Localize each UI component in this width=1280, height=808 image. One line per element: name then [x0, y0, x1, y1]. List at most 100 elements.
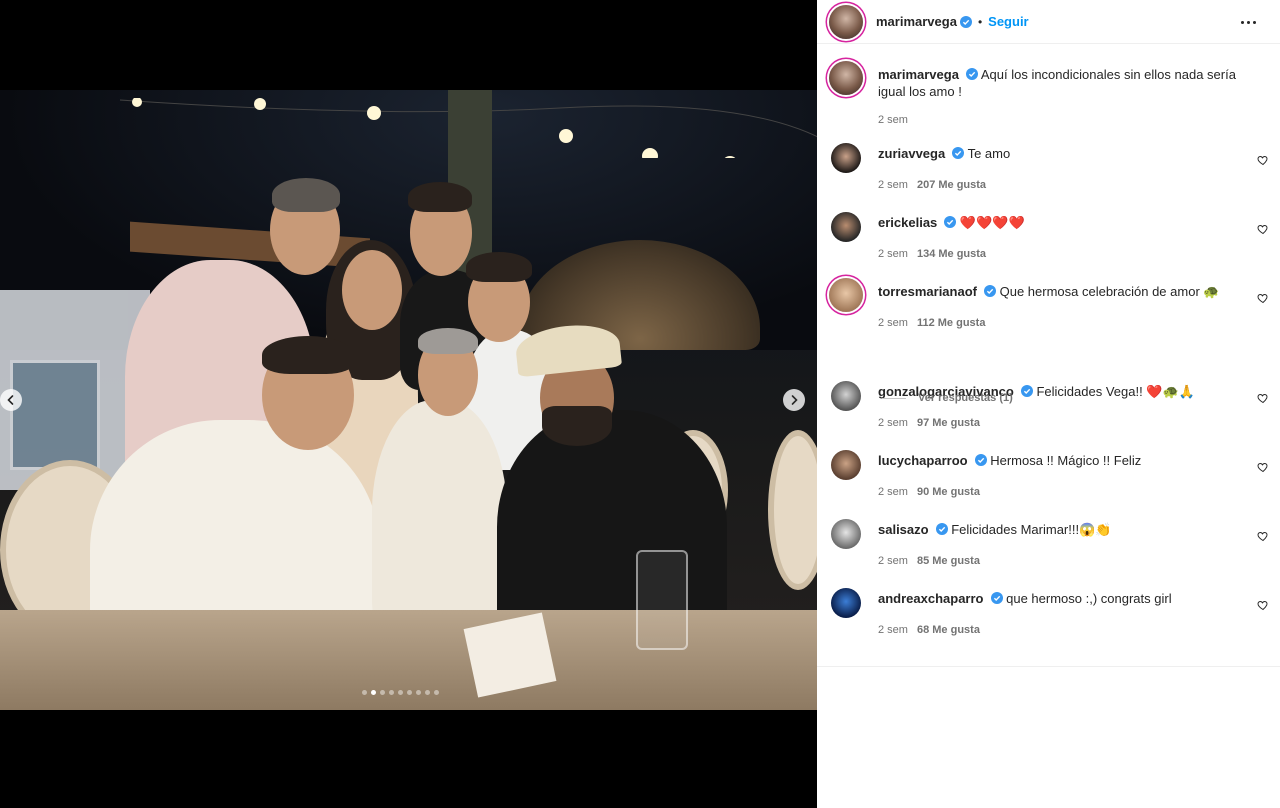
verified-badge-icon — [952, 147, 965, 159]
photo-hair — [466, 252, 532, 282]
commenter-username[interactable]: andreaxchaparro — [878, 591, 984, 606]
comment-text-block: lucychaparroo Hermosa !! Mágico !! Feliz — [878, 452, 1238, 469]
photo-hair — [408, 182, 472, 212]
comment-row: torresmarianaof Que hermosa celebración … — [829, 278, 1269, 334]
commenter-username[interactable]: erickelias — [878, 215, 937, 230]
comment-likes[interactable]: 97 Me gusta — [917, 417, 980, 429]
author-avatar[interactable] — [829, 4, 863, 39]
commenter-username[interactable]: lucychaparroo — [878, 453, 968, 468]
post-side-panel: marimarvega • Seguir marimarvega Aquí lo… — [817, 0, 1280, 808]
comment-likes[interactable]: 112 Me gusta — [917, 317, 985, 329]
panel-divider — [817, 666, 1280, 667]
heart-outline-icon[interactable] — [1257, 461, 1269, 473]
carousel-dot — [398, 690, 403, 695]
caption-row: marimarvega Aquí los incondicionales sin… — [829, 61, 1269, 131]
commenter-username[interactable]: zuriavvega — [878, 146, 945, 161]
panel-footer — [817, 760, 1280, 808]
heart-outline-icon[interactable] — [1257, 530, 1269, 542]
commenter-avatar[interactable] — [831, 588, 861, 618]
comment-row: zuriavvega Te amo 2 sem 207 Me gusta — [829, 140, 1269, 196]
caption-avatar[interactable] — [829, 61, 863, 95]
carousel-next-button[interactable] — [783, 389, 805, 411]
comment-time: 2 sem — [878, 417, 908, 429]
photo-hair — [418, 328, 478, 354]
comment-likes[interactable]: 90 Me gusta — [917, 486, 980, 498]
comment-time: 2 sem — [878, 624, 908, 636]
verified-badge-icon — [990, 592, 1003, 604]
comment-time: 2 sem — [878, 317, 908, 329]
comment-text: Que hermosa celebración de amor 🐢 — [999, 284, 1220, 299]
comment-likes[interactable]: 68 Me gusta — [917, 624, 980, 636]
carousel-indicator — [362, 690, 439, 695]
photo-hair — [272, 178, 340, 212]
photo-glass — [636, 550, 688, 650]
comment-text: Hermosa !! Mágico !! Feliz — [990, 453, 1142, 468]
post-header: marimarvega • Seguir — [817, 0, 1280, 44]
verified-badge-icon — [1020, 385, 1033, 397]
more-horizontal-icon[interactable] — [1236, 12, 1260, 32]
photo-head — [342, 250, 402, 330]
verified-badge-icon — [944, 216, 957, 228]
carousel-dot — [380, 690, 385, 695]
comment-likes[interactable]: 134 Me gusta — [917, 248, 986, 260]
commenter-username[interactable]: torresmarianaof — [878, 284, 977, 299]
author-username[interactable]: marimarvega — [876, 14, 957, 29]
comments-list: marimarvega Aquí los incondicionales sin… — [817, 44, 1280, 666]
comment-row: erickelias ❤️❤️❤️❤️ 2 sem 134 Me gusta — [829, 209, 1269, 265]
comment-meta: 2 sem 68 Me gusta — [878, 624, 980, 636]
heart-outline-icon[interactable] — [1257, 223, 1269, 235]
post-photo — [0, 90, 817, 710]
comment-text: Te amo — [967, 146, 1011, 161]
heart-outline-icon[interactable] — [1257, 392, 1269, 404]
verified-badge-icon — [974, 454, 987, 466]
commenter-avatar[interactable] — [831, 519, 861, 549]
author-info: marimarvega • Seguir — [876, 14, 1029, 29]
comment-text: ❤️❤️❤️❤️ — [959, 215, 1025, 230]
verified-badge-icon — [935, 523, 948, 535]
comment-text-block: andreaxchaparro que hermoso :,) congrats… — [878, 590, 1238, 607]
chevron-left-icon — [7, 395, 14, 405]
view-replies-button[interactable]: Ver respuestas (1) — [882, 392, 1013, 404]
commenter-avatar[interactable] — [829, 278, 863, 312]
caption-text-block: marimarvega Aquí los incondicionales sin… — [878, 66, 1238, 100]
heart-outline-icon[interactable] — [1257, 599, 1269, 611]
post-media — [0, 0, 817, 808]
chevron-right-icon — [791, 395, 798, 405]
comment-meta: 2 sem 134 Me gusta — [878, 248, 986, 260]
verified-badge-icon — [965, 68, 978, 80]
comment-text-block: salisazo Felicidades Marimar!!!😱👏 — [878, 521, 1238, 538]
photo-table — [0, 610, 817, 710]
comment-text-block: erickelias ❤️❤️❤️❤️ — [878, 214, 1238, 231]
comment-meta: 2 sem 207 Me gusta — [878, 179, 986, 191]
comment-text: que hermoso :,) congrats girl — [1006, 591, 1172, 606]
carousel-prev-button[interactable] — [0, 389, 22, 411]
photo-window — [10, 360, 100, 470]
commenter-avatar[interactable] — [831, 212, 861, 242]
comment-likes[interactable]: 207 Me gusta — [917, 179, 986, 191]
comment-likes[interactable]: 85 Me gusta — [917, 555, 980, 567]
heart-outline-icon[interactable] — [1257, 154, 1269, 166]
comment-row: salisazo Felicidades Marimar!!!😱👏 2 sem 85… — [829, 516, 1269, 572]
heart-outline-icon[interactable] — [1257, 292, 1269, 304]
comment-text-block: zuriavvega Te amo — [878, 145, 1238, 162]
caption-time: 2 sem — [878, 114, 908, 126]
header-separator: • — [977, 14, 983, 29]
commenter-username[interactable]: salisazo — [878, 522, 929, 537]
photo-hair — [262, 336, 354, 374]
photo-chair-right — [768, 430, 817, 590]
comment-text: Felicidades Vega!! ❤️🐢🙏 — [1036, 384, 1195, 399]
comment-time: 2 sem — [878, 179, 908, 191]
caption-username[interactable]: marimarvega — [878, 67, 959, 82]
commenter-avatar[interactable] — [831, 143, 861, 173]
follow-button[interactable]: Seguir — [988, 14, 1028, 29]
carousel-dot — [389, 690, 394, 695]
commenter-avatar[interactable] — [831, 450, 861, 480]
verified-badge-icon — [959, 15, 972, 28]
view-replies-label: Ver respuestas (1) — [918, 392, 1013, 404]
comment-row: lucychaparroo Hermosa !! Mágico !! Feliz… — [829, 447, 1269, 503]
comment-row: andreaxchaparro que hermoso :,) congrats… — [829, 585, 1269, 641]
carousel-dot — [416, 690, 421, 695]
comment-meta: 2 sem 97 Me gusta — [878, 417, 980, 429]
carousel-dot — [371, 690, 376, 695]
commenter-avatar[interactable] — [831, 381, 861, 411]
